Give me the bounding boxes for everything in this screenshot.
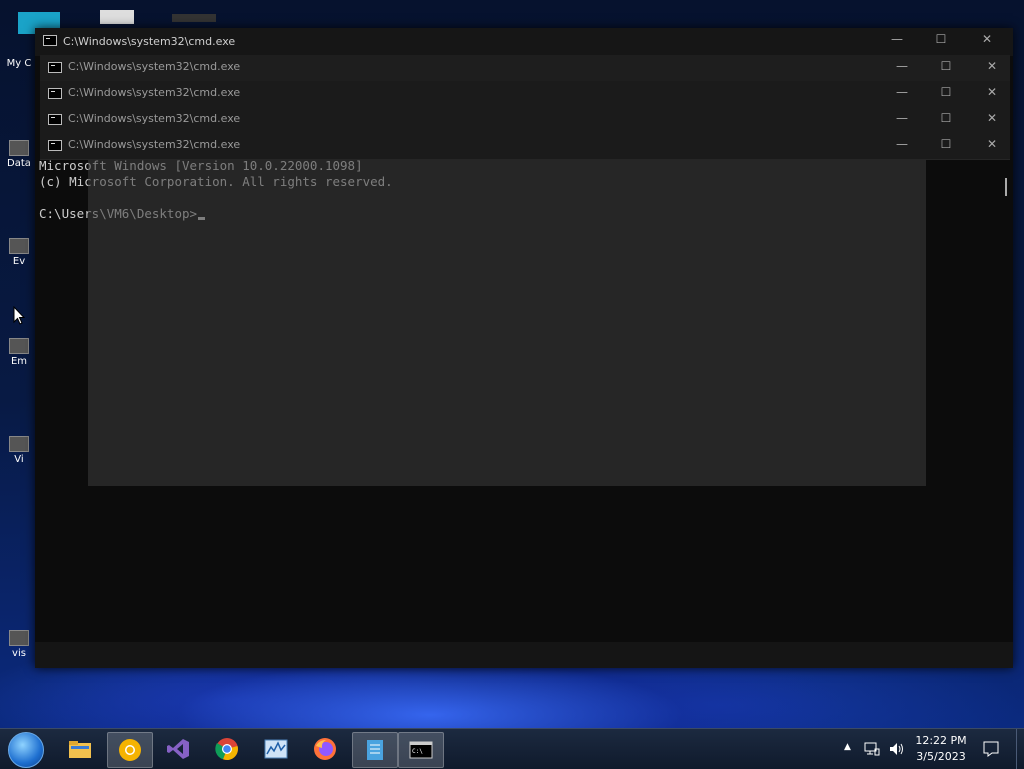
clock-date: 3/5/2023 — [916, 750, 966, 763]
notepad-icon — [367, 740, 383, 760]
taskbar-notepad[interactable] — [352, 732, 398, 768]
desktop-icon-em[interactable]: Em — [2, 338, 36, 367]
scrollbar-thumb[interactable] — [1005, 178, 1007, 196]
desktop-icon-partial-3[interactable] — [172, 14, 216, 22]
database-icon — [9, 140, 29, 156]
ghost-window-2[interactable]: C:\Windows\system32\cmd.exe — ☐ ✕ — [40, 81, 1010, 108]
close-button[interactable]: ✕ — [982, 85, 1002, 99]
chrome-yellow-icon — [119, 739, 141, 761]
maximize-button[interactable]: ☐ — [931, 32, 951, 46]
desktop-icon-label: Data — [7, 158, 31, 169]
taskbar-chrome[interactable] — [205, 732, 249, 766]
taskbar-visual-studio[interactable] — [156, 732, 200, 766]
desktop-icon-vi[interactable]: Vi — [2, 436, 36, 465]
show-hidden-icons-button[interactable]: ▲ — [844, 742, 851, 752]
ghost-window-title: C:\Windows\system32\cmd.exe — [68, 86, 241, 99]
ghost-window-3[interactable]: C:\Windows\system32\cmd.exe — ☐ ✕ — [40, 107, 1010, 134]
minimize-button[interactable]: — — [892, 137, 912, 151]
folder-icon — [69, 741, 91, 758]
text-cursor — [198, 217, 206, 220]
desktop-icon-label: My C — [6, 58, 32, 69]
minimize-button[interactable]: — — [892, 111, 912, 125]
volume-icon[interactable] — [888, 741, 906, 757]
visual-studio-icon — [9, 630, 29, 646]
mouse-pointer-icon — [13, 306, 25, 325]
minimize-button[interactable]: — — [892, 59, 912, 73]
cmd-icon — [48, 114, 62, 125]
desktop-icon-label: Vi — [14, 454, 24, 465]
minimize-button[interactable]: — — [892, 85, 912, 99]
maximize-button[interactable]: ☐ — [936, 137, 956, 151]
close-button[interactable]: ✕ — [982, 59, 1002, 73]
close-button[interactable]: ✕ — [982, 111, 1002, 125]
window-bottom-bar — [35, 642, 1013, 668]
taskbar-chrome-canary[interactable] — [107, 732, 153, 768]
taskbar-performance-monitor[interactable] — [254, 732, 298, 766]
maximize-button[interactable]: ☐ — [936, 85, 956, 99]
console-line-copyright: (c) Microsoft Corporation. All rights re… — [39, 174, 393, 189]
ghost-window-title: C:\Windows\system32\cmd.exe — [68, 112, 241, 125]
maximize-button[interactable]: ☐ — [936, 59, 956, 73]
event-icon — [9, 238, 29, 254]
taskbar-firefox[interactable] — [303, 732, 347, 766]
desktop-icon-my-computer[interactable]: My C — [2, 58, 36, 69]
close-button[interactable]: ✕ — [977, 32, 997, 46]
desktop-icon-partial-2[interactable] — [100, 10, 134, 24]
ghost-window-4[interactable]: C:\Windows\system32\cmd.exe — ☐ ✕ — [40, 133, 1010, 160]
ghost-window-title: C:\Windows\system32\cmd.exe — [68, 138, 241, 151]
cmd-icon: C:\ — [409, 741, 433, 759]
notification-icon[interactable] — [983, 741, 999, 757]
svg-text:C:\: C:\ — [412, 748, 423, 755]
console-prompt: C:\Users\VM6\Desktop> — [39, 206, 198, 221]
desktop-icon-data[interactable]: Data — [2, 140, 36, 169]
cmd-icon — [48, 140, 62, 151]
email-icon — [9, 338, 29, 354]
console-output[interactable]: Microsoft Windows [Version 10.0.22000.10… — [39, 158, 999, 638]
cmd-icon — [48, 88, 62, 99]
desktop-icon-label: Ev — [12, 256, 26, 267]
taskbar: C:\ ▲ 12:22 PM 3/5/2023 — [0, 728, 1024, 769]
ghost-window-title: C:\Windows\system32\cmd.exe — [68, 60, 241, 73]
desktop-icon-label: Em — [10, 356, 28, 367]
show-desktop-button[interactable] — [1016, 729, 1024, 769]
desktop-icon-ev[interactable]: Ev — [2, 238, 36, 267]
maximize-button[interactable]: ☐ — [936, 111, 956, 125]
clock[interactable]: 12:22 PM 3/5/2023 — [906, 733, 976, 765]
desktop-icon-label: vis — [12, 648, 26, 659]
ghost-window-1[interactable]: C:\Windows\system32\cmd.exe — ☐ ✕ — [40, 55, 1010, 82]
chart-icon — [264, 739, 288, 759]
clock-time: 12:22 PM — [915, 734, 967, 747]
cmd-titlebar[interactable]: C:\Windows\system32\cmd.exe — ☐ ✕ — [35, 28, 1013, 56]
chrome-icon — [215, 738, 238, 761]
taskbar-command-prompt[interactable]: C:\ — [398, 732, 444, 768]
network-icon[interactable] — [864, 741, 880, 757]
console-line-version: Microsoft Windows [Version 10.0.22000.10… — [39, 158, 363, 173]
cmd-icon — [43, 35, 57, 46]
cmd-icon — [48, 62, 62, 73]
window-title: C:\Windows\system32\cmd.exe — [63, 35, 236, 48]
close-button[interactable]: ✕ — [982, 137, 1002, 151]
taskbar-file-explorer[interactable] — [58, 732, 102, 766]
desktop-icon-vis[interactable]: vis — [2, 630, 36, 659]
video-icon — [9, 436, 29, 452]
start-button[interactable] — [8, 732, 44, 768]
firefox-icon — [314, 738, 336, 760]
minimize-button[interactable]: — — [887, 32, 907, 46]
visual-studio-icon — [167, 739, 189, 759]
